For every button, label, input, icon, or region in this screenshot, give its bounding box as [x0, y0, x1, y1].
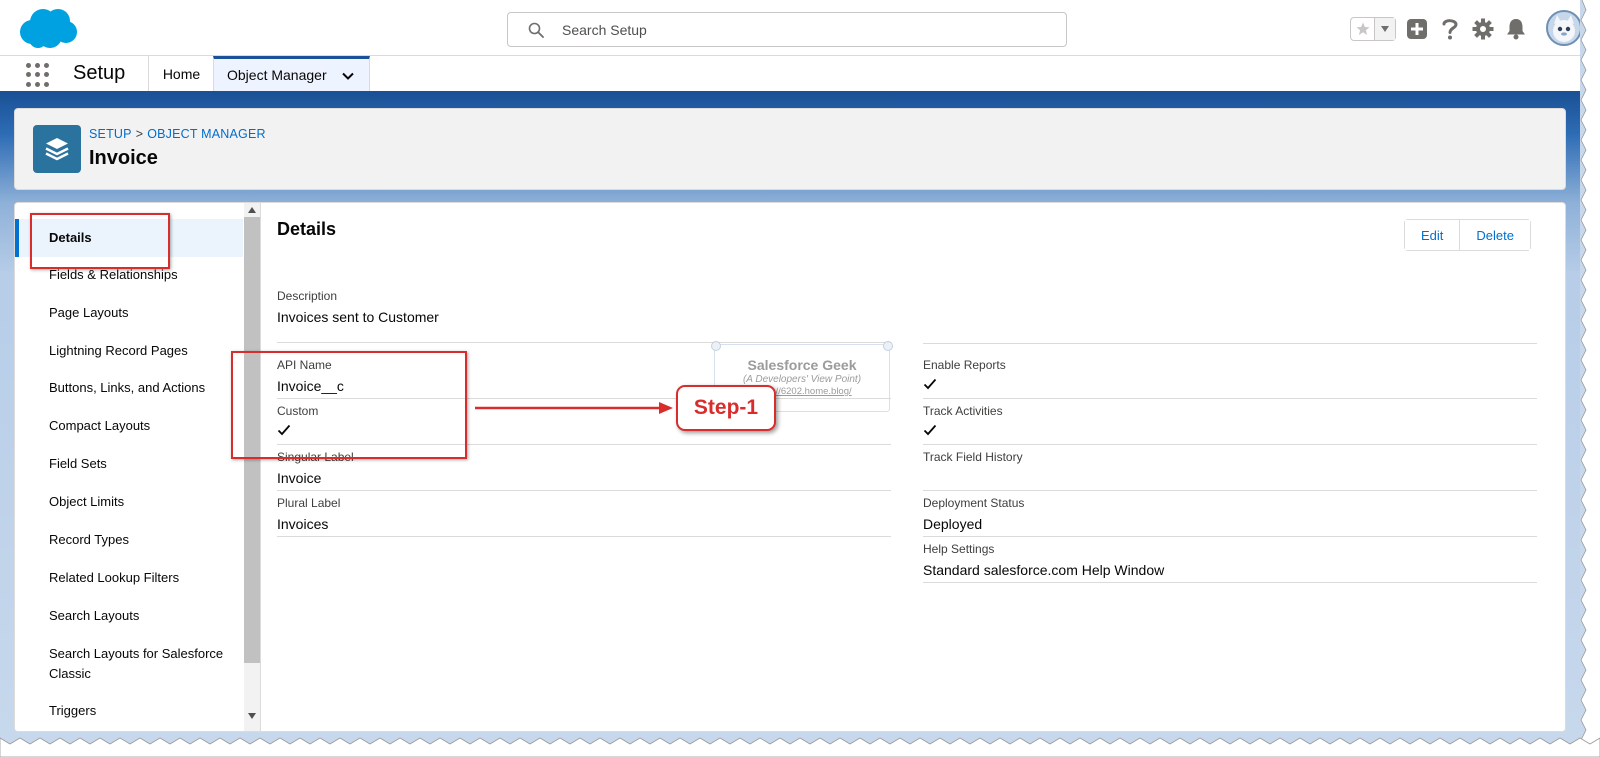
sidebar-item-object-limits[interactable]: Object Limits	[15, 492, 243, 512]
caret-up-icon	[248, 207, 256, 213]
field-label: Plural Label	[277, 496, 341, 510]
sidebar-item-record-types[interactable]: Record Types	[15, 530, 243, 550]
breadcrumb-setup[interactable]: SETUP	[89, 127, 132, 141]
app-launcher-dot	[26, 72, 31, 78]
app-launcher-button[interactable]	[26, 63, 50, 87]
field-value: Invoices	[277, 516, 329, 532]
torn-edge-right	[1580, 0, 1600, 757]
app-launcher-dot	[26, 63, 31, 68]
setup-button[interactable]	[1471, 17, 1495, 41]
sidebar: Details Fields & Relationships Page Layo…	[15, 203, 260, 731]
details-title: Details	[277, 219, 337, 239]
global-actions-button[interactable]	[1405, 17, 1429, 41]
bell-icon	[1507, 19, 1525, 40]
global-header	[0, 0, 1582, 56]
sidebar-item-search-layouts[interactable]: Search Layouts	[15, 606, 243, 626]
edit-button[interactable]: Edit	[1405, 220, 1460, 250]
gear-icon	[1472, 18, 1494, 40]
context-bar: Setup Home Object Manager	[0, 56, 1580, 94]
field-deployment-status: Deployment Status Deployed	[923, 495, 1537, 537]
annotation-arrow	[475, 402, 673, 414]
field-track-field-history: Track Field History	[923, 449, 1537, 491]
sidebar-item-lightning-record-pages[interactable]: Lightning Record Pages	[15, 341, 243, 361]
sidebar-item-search-layouts-classic[interactable]: Search Layouts for Salesforce Classic	[15, 644, 225, 684]
chevron-down-icon	[1381, 26, 1389, 32]
chevron-down-icon[interactable]	[341, 69, 355, 83]
caret-down-icon	[248, 713, 256, 719]
sidebar-item-triggers[interactable]: Triggers	[15, 701, 243, 721]
field-help-settings: Help Settings Standard salesforce.com He…	[923, 541, 1537, 583]
annotation-box-api-name	[231, 351, 467, 459]
page-header: SETUP > OBJECT MANAGER Invoice	[14, 108, 1566, 190]
details-panel: Details Edit Delete Description Invoices…	[260, 203, 1565, 731]
app-launcher-dot	[35, 63, 40, 68]
scroll-up-arrow[interactable]	[244, 203, 260, 217]
scroll-down-arrow[interactable]	[244, 709, 260, 723]
notifications-button[interactable]	[1504, 17, 1528, 41]
torn-edge-bottom	[0, 737, 1600, 757]
app-launcher-dot	[26, 81, 31, 87]
help-icon	[1442, 19, 1458, 40]
layers-icon	[45, 138, 69, 161]
watermark-pin	[883, 341, 893, 351]
field-label: Track Field History	[923, 450, 1023, 464]
search-icon	[528, 22, 544, 38]
field-label: Enable Reports	[923, 358, 1006, 372]
favorites-group	[1350, 17, 1396, 41]
add-icon	[1407, 19, 1427, 39]
checkmark-icon	[923, 378, 937, 390]
app-name: Setup	[73, 62, 126, 84]
watermark-title: Salesforce Geek	[747, 357, 857, 373]
favorites-button[interactable]	[1351, 18, 1375, 40]
favorites-list-button[interactable]	[1375, 18, 1395, 40]
delete-button[interactable]: Delete	[1459, 220, 1530, 250]
field-description: Description Invoices sent to Customer	[277, 288, 891, 343]
app-launcher-dot	[44, 63, 49, 68]
main-card: Details Fields & Relationships Page Layo…	[14, 202, 1566, 732]
tab-object-manager[interactable]: Object Manager	[213, 56, 370, 91]
page-title: Invoice	[89, 147, 158, 169]
tab-home[interactable]: Home	[148, 56, 214, 91]
field-label: Description	[277, 289, 338, 303]
field-value: Standard salesforce.com Help Window	[923, 562, 1165, 578]
step-callout: Step-1	[676, 385, 776, 431]
watermark-subtitle: (A Developers' View Point)	[742, 374, 862, 385]
app-launcher-dot	[35, 72, 40, 78]
help-button[interactable]	[1438, 17, 1462, 41]
tab-object-manager-label: Object Manager	[227, 67, 327, 83]
salesforce-logo[interactable]	[18, 6, 78, 50]
breadcrumb-separator: >	[135, 127, 144, 141]
details-button-group: Edit Delete	[1404, 219, 1531, 251]
field-value: Invoice	[277, 470, 322, 486]
annotation-box-details	[30, 213, 170, 269]
breadcrumb: SETUP > OBJECT MANAGER	[89, 127, 266, 141]
field-track-activities: Track Activities	[923, 403, 1537, 445]
field-plural-label: Plural Label Invoices	[277, 495, 891, 537]
breadcrumb-object-manager[interactable]: OBJECT MANAGER	[147, 127, 266, 141]
field-label: Help Settings	[923, 542, 995, 556]
sidebar-item-related-lookup-filters[interactable]: Related Lookup Filters	[15, 568, 243, 588]
field-enable-reports: Enable Reports	[923, 357, 1537, 399]
sidebar-item-field-sets[interactable]: Field Sets	[15, 454, 243, 474]
sidebar-item-buttons-links-actions[interactable]: Buttons, Links, and Actions	[15, 378, 243, 398]
app-launcher-dot	[44, 81, 49, 87]
star-icon	[1356, 22, 1369, 35]
watermark-pin	[711, 341, 721, 351]
sidebar-item-compact-layouts[interactable]: Compact Layouts	[15, 416, 243, 436]
search-input[interactable]	[562, 20, 1042, 40]
field-value: Invoices sent to Customer	[277, 309, 439, 325]
divider	[923, 343, 1537, 344]
search-box[interactable]	[507, 12, 1067, 47]
field-value: Deployed	[923, 516, 983, 532]
object-icon	[33, 125, 81, 173]
field-label: Track Activities	[923, 404, 1003, 418]
avatar[interactable]	[1546, 10, 1582, 46]
sidebar-item-page-layouts[interactable]: Page Layouts	[15, 303, 243, 323]
app-launcher-dot	[44, 72, 49, 78]
checkmark-icon	[923, 424, 937, 436]
app-launcher-dot	[35, 81, 40, 87]
field-label: Deployment Status	[923, 496, 1025, 510]
